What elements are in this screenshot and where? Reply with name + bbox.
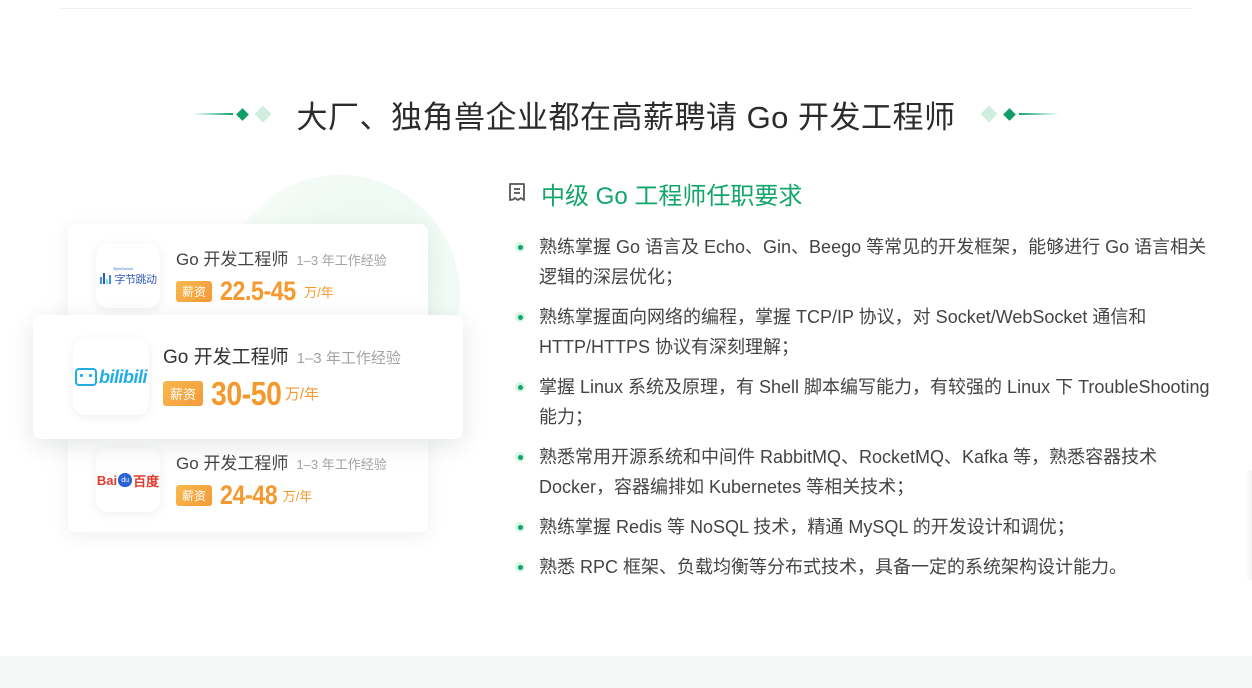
salary-value: 22.5-45 [220, 276, 296, 306]
requirements-section: 中级 Go 工程师任职要求 熟练掌握 Go 语言及 Echo、Gin、Beego… [505, 176, 1215, 592]
salary-unit: 万/年 [304, 285, 334, 300]
job-title: Go 开发工程师 [163, 346, 289, 368]
requirements-list: 熟练掌握 Go 语言及 Echo、Gin、Beego 等常见的开发框架，能够进行… [505, 232, 1215, 582]
salary-unit: 万/年 [284, 386, 320, 403]
list-item: 熟悉 RPC 框架、负载均衡等分布式技术，具备一定的系统架构设计能力。 [505, 552, 1215, 582]
list-item: 熟练掌握 Go 语言及 Echo、Gin、Beego 等常见的开发框架，能够进行… [505, 232, 1215, 292]
document-icon [509, 183, 525, 201]
title-decoration-left [193, 105, 274, 123]
bytedance-logo: ByteDance 字节跳动 [96, 244, 160, 308]
list-item: 熟练掌握面向网络的编程，掌握 TCP/IP 协议，对 Socket/WebSoc… [505, 302, 1215, 362]
salary-unit: 万/年 [282, 489, 313, 504]
salary-tag: 薪资 [176, 485, 213, 506]
salary-value: 24-48 [220, 480, 278, 510]
bilibili-logo: bilibili [73, 339, 149, 415]
job-title: Go 开发工程师 [176, 454, 289, 473]
section-header: 大厂、独角兽企业都在高薪聘请 Go 开发工程师 [0, 88, 1252, 140]
salary-tag: 薪资 [176, 281, 213, 302]
job-experience: 1–3 年工作经验 [296, 457, 387, 472]
job-title: Go 开发工程师 [176, 250, 289, 269]
top-divider [60, 8, 1192, 9]
section-title: 大厂、独角兽企业都在高薪聘请 Go 开发工程师 [296, 99, 956, 135]
list-item: 熟悉常用开源系统和中间件 RabbitMQ、RocketMQ、Kafka 等，熟… [505, 442, 1215, 502]
title-decoration-right [978, 105, 1059, 123]
salary-value: 30-50 [211, 374, 282, 412]
edge-shadow [1246, 470, 1252, 580]
requirements-title: 中级 Go 工程师任职要求 [541, 182, 803, 210]
job-card-bytedance[interactable]: ByteDance 字节跳动 Go 开发工程师 1–3 年工作经验 薪资 22.… [68, 224, 428, 328]
baidu-logo: Bai du 百度 [96, 448, 160, 512]
salary-tag: 薪资 [163, 381, 204, 406]
list-item: 熟练掌握 Redis 等 NoSQL 技术，精通 MySQL 的开发设计和调优； [505, 512, 1215, 542]
list-item: 掌握 Linux 系统及原理，有 Shell 脚本编写能力，有较强的 Linux… [505, 372, 1215, 432]
job-card-baidu[interactable]: Bai du 百度 Go 开发工程师 1–3 年工作经验 薪资 24-48 万/… [68, 428, 428, 532]
job-card-bilibili[interactable]: bilibili Go 开发工程师 1–3 年工作经验 薪资 30-50 万/年 [33, 315, 463, 439]
job-experience: 1–3 年工作经验 [296, 349, 401, 367]
bottom-strip [0, 656, 1252, 688]
job-experience: 1–3 年工作经验 [296, 253, 387, 268]
